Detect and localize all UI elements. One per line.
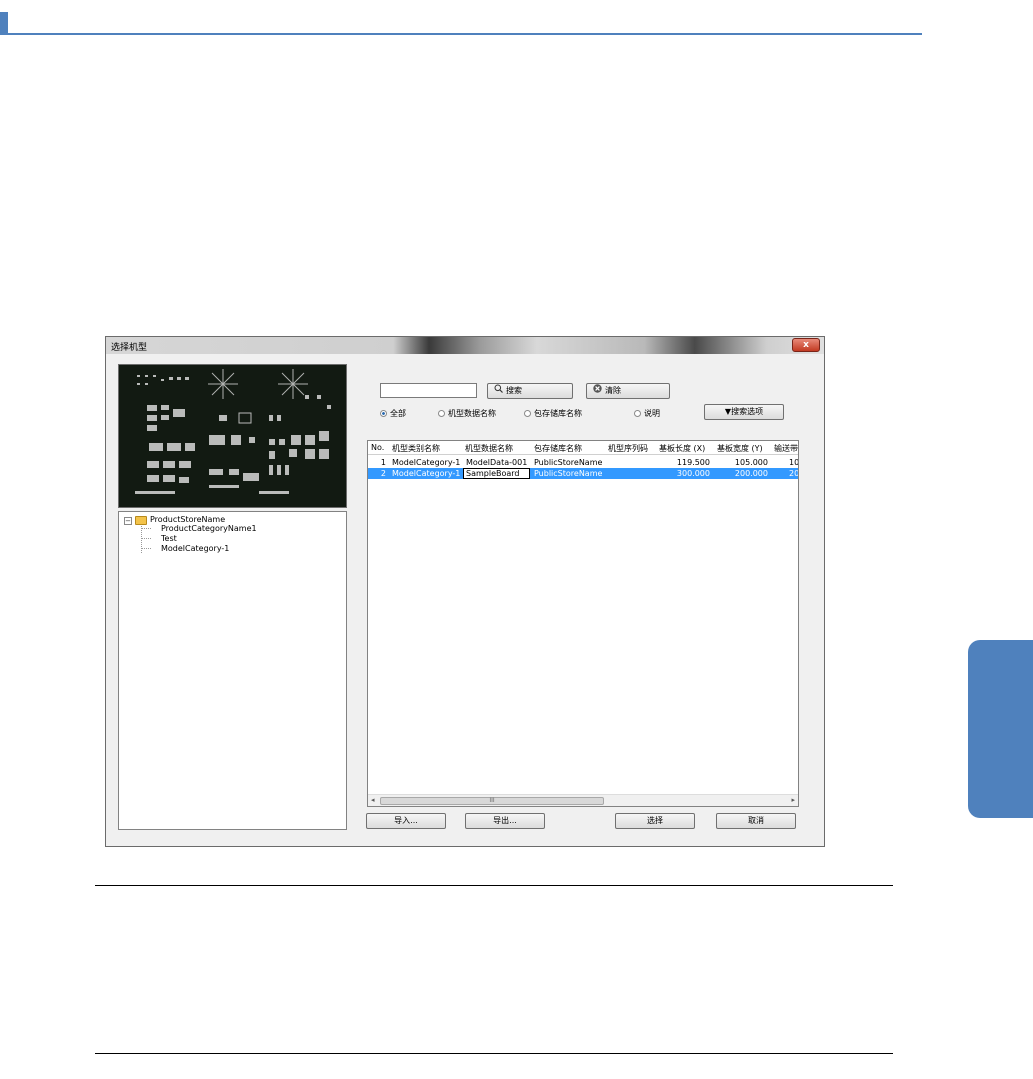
column-header[interactable]: 机型类别名称 <box>392 443 440 454</box>
collapse-icon[interactable]: − <box>124 517 132 525</box>
table-row-selected[interactable]: 2 ModelCategory-1 SampleBoard PublicStor… <box>368 468 798 479</box>
import-button[interactable]: 导入... <box>366 813 446 829</box>
radio-icon <box>634 410 641 417</box>
table-cell: 300.000 <box>676 469 710 478</box>
search-button-label: 搜索 <box>506 386 522 395</box>
clear-button[interactable]: 清除 <box>586 383 670 399</box>
tree-node[interactable]: Test <box>161 534 177 543</box>
search-input[interactable] <box>380 383 477 398</box>
select-button[interactable]: 选择 <box>615 813 695 829</box>
table-cell: PublicStoreName <box>534 469 603 478</box>
radio-description[interactable]: 说明 <box>634 408 660 419</box>
column-header[interactable]: 包存储库名称 <box>534 443 582 454</box>
export-button[interactable]: 导出... <box>465 813 545 829</box>
board-preview-image <box>118 364 347 508</box>
radio-package-store-name[interactable]: 包存储库名称 <box>524 408 582 419</box>
column-header[interactable]: 基板长度 (X) <box>659 443 705 454</box>
scroll-right-icon[interactable]: ▸ <box>791 796 795 804</box>
model-table[interactable]: No. 机型类别名称 机型数据名称 包存储库名称 机型序列码 基板长度 (X) … <box>367 440 799 807</box>
select-model-dialog: 选择机型 x − ProductStoreName ProductCategor… <box>105 336 825 847</box>
table-cell: 119.500 <box>676 458 710 467</box>
tree-connector <box>141 538 151 539</box>
table-cell: PublicStoreName <box>534 458 603 467</box>
cancel-button[interactable]: 取消 <box>716 813 796 829</box>
radio-label: 包存储库名称 <box>534 409 582 418</box>
pcb-thumbnail <box>119 365 346 507</box>
scroll-thumb[interactable]: III <box>380 797 604 805</box>
clear-button-label: 清除 <box>605 386 621 395</box>
search-options-button[interactable]: ▼搜索选项 <box>704 404 784 420</box>
tree-node[interactable]: ProductCategoryName1 <box>161 524 257 533</box>
table-header: No. 机型类别名称 机型数据名称 包存储库名称 机型序列码 基板长度 (X) … <box>368 441 798 455</box>
tree-connector <box>141 548 151 549</box>
section-marker <box>0 12 8 34</box>
radio-label: 说明 <box>644 409 660 418</box>
tree-node[interactable]: ModelCategory-1 <box>161 544 229 553</box>
radio-all[interactable]: 全部 <box>380 408 406 419</box>
radio-label: 全部 <box>390 409 406 418</box>
scroll-left-icon[interactable]: ◂ <box>371 796 375 804</box>
column-header[interactable]: No. <box>371 443 384 452</box>
column-header[interactable]: 机型序列码 <box>608 443 648 454</box>
table-cell: 1 <box>380 458 386 467</box>
radio-label: 机型数据名称 <box>448 409 496 418</box>
divider <box>95 1053 893 1054</box>
radio-model-data-name[interactable]: 机型数据名称 <box>438 408 496 419</box>
table-cell: 105.000 <box>734 458 768 467</box>
table-cell: ModelCategory-1 <box>392 458 461 467</box>
table-cell: ModelData-001 <box>466 458 528 467</box>
table-cell: 20 <box>789 469 799 478</box>
tree-root-node[interactable]: ProductStoreName <box>150 515 225 524</box>
table-cell: 2 <box>380 469 386 478</box>
radio-icon <box>524 410 531 417</box>
search-icon <box>494 384 503 398</box>
dialog-titlebar: 选择机型 x <box>106 337 824 354</box>
cell-editor[interactable]: SampleBoard <box>463 468 530 479</box>
search-button[interactable]: 搜索 <box>487 383 573 399</box>
chapter-tab <box>968 640 1033 818</box>
header-rule <box>0 33 922 35</box>
table-row[interactable]: 1 ModelCategory-1 ModelData-001 PublicSt… <box>368 457 798 468</box>
table-cell: ModelCategory-1 <box>392 469 461 478</box>
category-tree[interactable]: − ProductStoreName ProductCategoryName1 … <box>118 511 347 830</box>
tree-connector <box>141 528 151 529</box>
clear-icon <box>593 384 602 398</box>
page: 选择机型 x − ProductStoreName ProductCategor… <box>0 0 1033 1079</box>
horizontal-scrollbar[interactable]: ◂ III ▸ <box>368 794 798 806</box>
column-header[interactable]: 基板宽度 (Y) <box>717 443 763 454</box>
divider <box>95 885 893 886</box>
column-header[interactable]: 输送带 <box>774 443 798 454</box>
close-button[interactable]: x <box>792 338 820 352</box>
open-folder-icon <box>135 516 147 525</box>
radio-icon <box>438 410 445 417</box>
dialog-title: 选择机型 <box>111 343 148 353</box>
table-cell: 10 <box>789 458 799 467</box>
radio-selected-icon <box>380 410 387 417</box>
close-icon: x <box>803 340 809 350</box>
column-header[interactable]: 机型数据名称 <box>465 443 513 454</box>
table-cell: 200.000 <box>734 469 768 478</box>
